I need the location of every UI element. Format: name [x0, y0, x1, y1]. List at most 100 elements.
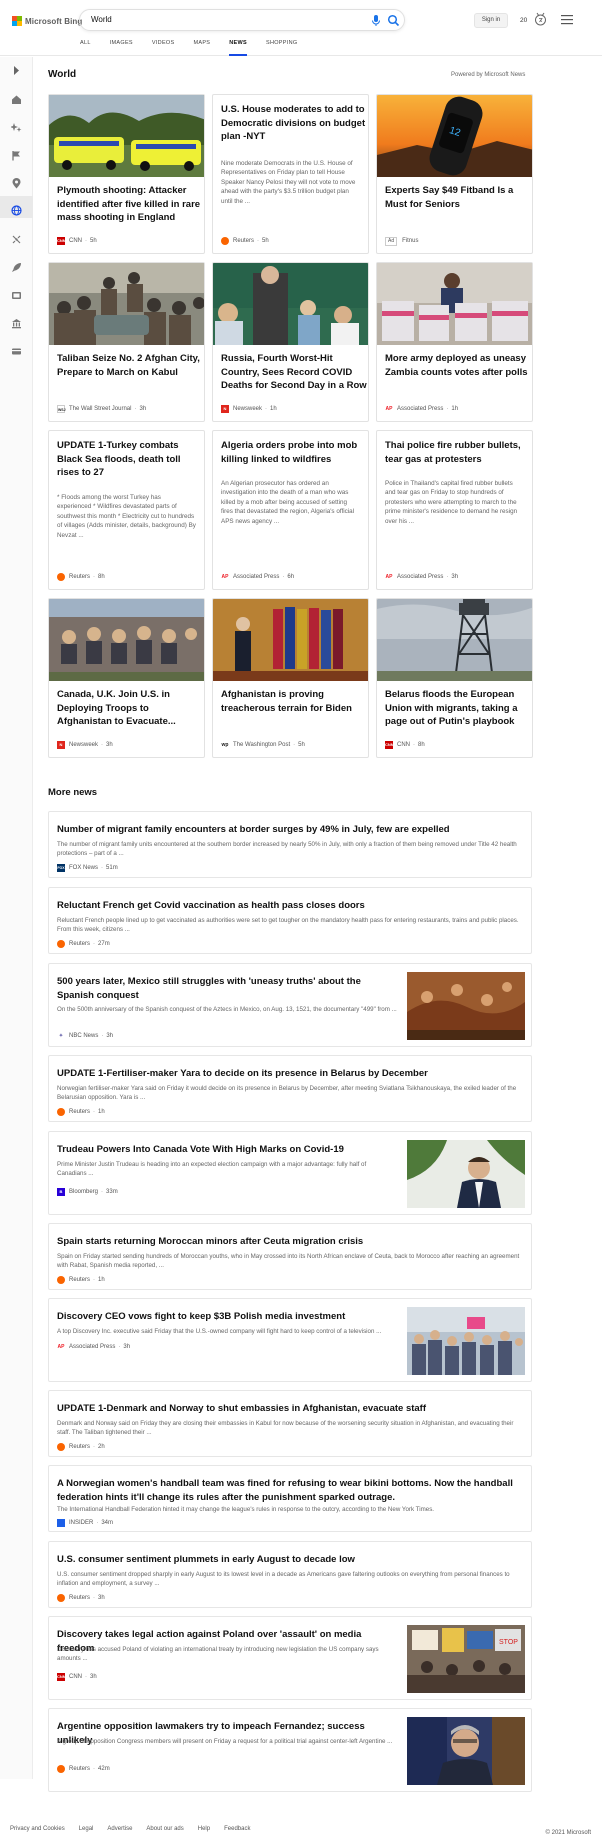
news-list-item[interactable]: Reluctant French get Covid vaccination a…: [48, 887, 532, 954]
tab-maps[interactable]: MAPS: [193, 40, 210, 56]
list-item-source: Reuters · 3h: [57, 1594, 105, 1602]
bloomberg-logo-icon: B: [57, 1188, 65, 1196]
sparkle-icon[interactable]: [11, 122, 22, 133]
news-list-item[interactable]: Trudeau Powers Into Canada Vote With Hig…: [48, 1131, 532, 1215]
card-title[interactable]: Plymouth shooting: Attacker identified a…: [57, 184, 204, 225]
footer-link-help[interactable]: Help: [198, 1826, 210, 1837]
science-icon[interactable]: [11, 234, 22, 245]
tab-news[interactable]: NEWS: [229, 40, 247, 56]
footer-link-about-ads[interactable]: About our ads: [146, 1826, 183, 1837]
card-title[interactable]: Taliban Seize No. 2 Afghan City, Prepare…: [57, 352, 204, 379]
news-list-item[interactable]: Argentine opposition lawmakers try to im…: [48, 1708, 532, 1792]
protest-image: [407, 1307, 525, 1375]
cnn-logo-icon: CNN: [57, 1673, 66, 1681]
card-title[interactable]: Russia, Fourth Worst-Hit Country, Sees R…: [221, 352, 368, 393]
source-name: Reuters: [69, 1766, 91, 1772]
microsoft-logo-icon: [12, 16, 22, 26]
card-title[interactable]: Belarus floods the European Union with m…: [385, 688, 532, 729]
list-item-snippet: Norwegian fertiliser-maker Yara said on …: [57, 1085, 517, 1102]
list-item-title[interactable]: Number of migrant family encounters at b…: [57, 823, 523, 837]
news-list-item[interactable]: U.S. consumer sentiment plummets in earl…: [48, 1541, 532, 1608]
news-card[interactable]: Afghanistan is proving treacherous terra…: [212, 598, 369, 758]
source-time: 3h: [106, 1033, 114, 1039]
flag-icon[interactable]: [11, 150, 22, 161]
card-title[interactable]: Algeria orders probe into mob killing li…: [221, 439, 368, 466]
copyright: © 2021 Microsoft: [545, 1830, 591, 1836]
list-item-source: Reuters · 42m: [57, 1765, 110, 1773]
source-time: 34m: [101, 1520, 114, 1526]
ad-card[interactable]: 12 Experts Say $49 Fitband Is a Must for…: [376, 94, 533, 254]
bank-icon[interactable]: [11, 318, 22, 329]
list-item-title[interactable]: UPDATE 1-Denmark and Norway to shut emba…: [57, 1402, 523, 1416]
list-item-title[interactable]: Reluctant French get Covid vaccination a…: [57, 899, 523, 913]
news-list-item[interactable]: UPDATE 1-Fertiliser-maker Yara to decide…: [48, 1055, 532, 1122]
card-title[interactable]: More army deployed as uneasy Zambia coun…: [385, 352, 532, 379]
list-item-title[interactable]: Trudeau Powers Into Canada Vote With Hig…: [57, 1143, 397, 1157]
news-list-item[interactable]: Discovery CEO vows fight to keep $3B Pol…: [48, 1298, 532, 1382]
news-card[interactable]: UPDATE 1-Turkey combats Black Sea floods…: [48, 430, 205, 590]
rocket-icon[interactable]: [11, 262, 22, 273]
microphone-icon[interactable]: [370, 14, 382, 27]
hamburger-menu-icon[interactable]: [561, 14, 573, 25]
tab-all[interactable]: ALL: [80, 40, 91, 56]
card-title[interactable]: Canada, U.K. Join U.S. in Deploying Troo…: [57, 688, 204, 729]
wsj-logo-icon: WSJ: [57, 405, 66, 413]
expand-icon[interactable]: [11, 65, 22, 76]
news-card[interactable]: Thai police fire rubber bullets, tear ga…: [376, 430, 533, 590]
search-icon[interactable]: [387, 14, 400, 27]
source-name: Associated Press: [397, 406, 444, 412]
bing-logo[interactable]: Microsoft Bing: [12, 15, 82, 27]
location-icon[interactable]: [11, 178, 22, 189]
news-card[interactable]: Taliban Seize No. 2 Afghan City, Prepare…: [48, 262, 205, 422]
tab-videos[interactable]: VIDEOS: [152, 40, 175, 56]
news-card[interactable]: Algeria orders probe into mob killing li…: [212, 430, 369, 590]
news-list-item[interactable]: Discovery takes legal action against Pol…: [48, 1616, 532, 1700]
list-item-title[interactable]: A Norwegian women's handball team was fi…: [57, 1477, 523, 1504]
sign-in-button[interactable]: Sign in: [474, 13, 508, 28]
footer-link-legal[interactable]: Legal: [79, 1826, 94, 1837]
globe-icon[interactable]: [11, 205, 22, 216]
card-title[interactable]: UPDATE 1-Turkey combats Black Sea floods…: [57, 439, 204, 480]
mural-image: [49, 599, 204, 681]
card-source: Reuters · 8h: [57, 573, 105, 581]
search-tabs: ALL IMAGES VIDEOS MAPS NEWS SHOPPING: [80, 40, 316, 56]
list-item-title[interactable]: UPDATE 1-Fertiliser-maker Yara to decide…: [57, 1067, 523, 1081]
home-icon[interactable]: [11, 94, 22, 105]
washington-post-logo-icon: wp: [221, 741, 229, 749]
source-name: Reuters: [69, 1109, 91, 1115]
card-title[interactable]: Thai police fire rubber bullets, tear ga…: [385, 439, 532, 466]
news-list-item[interactable]: Number of migrant family encounters at b…: [48, 811, 532, 878]
rewards-count[interactable]: 20: [520, 17, 527, 24]
news-list-item[interactable]: A Norwegian women's handball team was fi…: [48, 1465, 532, 1532]
list-item-title[interactable]: 500 years later, Mexico still struggles …: [57, 975, 387, 1002]
card-title[interactable]: Experts Say $49 Fitband Is a Must for Se…: [385, 184, 532, 211]
tab-images[interactable]: IMAGES: [110, 40, 133, 56]
flags-image: [213, 599, 368, 681]
footer-link-advertise[interactable]: Advertise: [107, 1826, 132, 1837]
list-item-snippet: On the 500th anniversary of the Spanish …: [57, 1006, 397, 1013]
card-title[interactable]: U.S. House moderates to add to Democrati…: [221, 103, 368, 144]
card-title[interactable]: Afghanistan is proving treacherous terra…: [221, 688, 368, 715]
news-list-item[interactable]: 500 years later, Mexico still struggles …: [48, 963, 532, 1047]
footer-link-feedback[interactable]: Feedback: [224, 1826, 250, 1837]
news-card[interactable]: More army deployed as uneasy Zambia coun…: [376, 262, 533, 422]
list-item-title[interactable]: Discovery CEO vows fight to keep $3B Pol…: [57, 1310, 397, 1324]
search-input[interactable]: World: [91, 15, 112, 24]
source-name: Fitnus: [402, 238, 419, 244]
source-name: CNN: [69, 1674, 82, 1680]
news-card[interactable]: Belarus floods the European Union with m…: [376, 598, 533, 758]
list-item-title[interactable]: U.S. consumer sentiment plummets in earl…: [57, 1553, 523, 1567]
list-item-title[interactable]: Spain starts returning Moroccan minors a…: [57, 1235, 523, 1249]
news-card[interactable]: Plymouth shooting: Attacker identified a…: [48, 94, 205, 254]
news-card[interactable]: Canada, U.K. Join U.S. in Deploying Troo…: [48, 598, 205, 758]
news-list-item[interactable]: Spain starts returning Moroccan minors a…: [48, 1223, 532, 1290]
news-list-item[interactable]: UPDATE 1-Denmark and Norway to shut emba…: [48, 1390, 532, 1457]
news-card[interactable]: Russia, Fourth Worst-Hit Country, Sees R…: [212, 262, 369, 422]
rewards-medal-icon[interactable]: [534, 12, 547, 27]
search-box[interactable]: World: [79, 9, 405, 31]
footer-link-privacy[interactable]: Privacy and Cookies: [10, 1826, 65, 1837]
news-card[interactable]: U.S. House moderates to add to Democrati…: [212, 94, 369, 254]
entertainment-icon[interactable]: [11, 290, 22, 301]
card-icon[interactable]: [11, 346, 22, 357]
tab-shopping[interactable]: SHOPPING: [266, 40, 297, 56]
